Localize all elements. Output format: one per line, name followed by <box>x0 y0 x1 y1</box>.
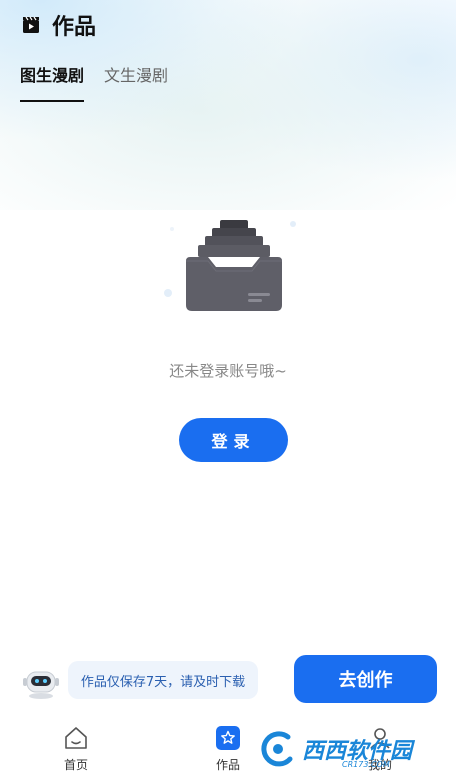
nav-label-works: 作品 <box>215 758 240 772</box>
nav-label-home: 首页 <box>63 758 88 772</box>
login-button[interactable]: 登录 <box>179 418 288 462</box>
clapperboard-icon <box>23 16 39 33</box>
watermark-subtext: CR173.COM <box>342 760 390 769</box>
watermark-logo-icon <box>261 731 293 767</box>
tab-text-to-comic[interactable]: 文生漫剧 <box>104 62 168 102</box>
nav-item-home[interactable]: 首页 <box>36 724 116 773</box>
home-icon <box>65 727 87 749</box>
star-icon <box>216 726 240 750</box>
nav-item-works[interactable]: 作品 <box>188 724 268 773</box>
page-title: 作品 <box>52 15 97 40</box>
save-tip-bubble: 作品仅保存7天，请及时下载 <box>68 661 258 699</box>
page-header: 作品 <box>22 10 96 40</box>
watermark: 西西软件园 CR173.COM <box>258 724 454 774</box>
tab-bar: 图生漫剧 文生漫剧 <box>20 62 168 102</box>
create-button[interactable]: 去创作 <box>294 655 437 703</box>
empty-state-message: 还未登录账号哦~ <box>169 362 287 380</box>
robot-mascot-icon <box>23 671 59 699</box>
tab-image-to-comic[interactable]: 图生漫剧 <box>20 62 85 102</box>
inbox-tray-icon <box>164 220 296 311</box>
